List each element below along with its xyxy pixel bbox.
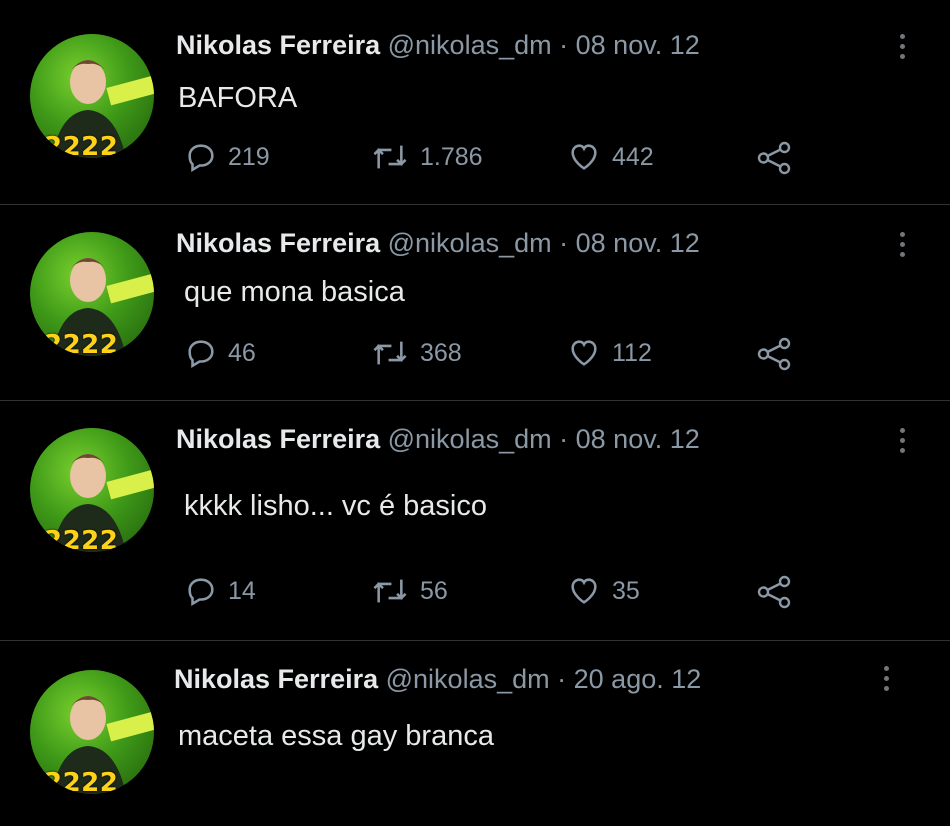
avatar[interactable]: 2222 bbox=[30, 232, 154, 356]
reply-count: 14 bbox=[228, 576, 256, 605]
separator-dot: · bbox=[559, 424, 569, 454]
more-vertical-icon[interactable] bbox=[884, 666, 892, 696]
like-count: 35 bbox=[612, 576, 640, 605]
tweet-date[interactable]: 08 nov. 12 bbox=[576, 30, 700, 60]
tweet-date[interactable]: 08 nov. 12 bbox=[576, 228, 700, 258]
avatar[interactable]: 2222 bbox=[30, 670, 154, 794]
reply-icon bbox=[188, 144, 214, 173]
share-button[interactable] bbox=[756, 140, 792, 176]
like-button[interactable]: 442 bbox=[566, 140, 654, 174]
tweet-header: Nikolas Ferreira @nikolas_dm · 20 ago. 1… bbox=[174, 664, 701, 695]
retweet-button[interactable]: 1.786 bbox=[370, 140, 483, 174]
tweet-text: BAFORA bbox=[178, 82, 298, 114]
share-button[interactable] bbox=[756, 574, 792, 610]
avatar-badge: 2222 bbox=[44, 768, 119, 794]
share-icon bbox=[757, 575, 791, 609]
heart-icon bbox=[571, 340, 597, 366]
reply-icon bbox=[188, 578, 214, 607]
avatar-badge: 2222 bbox=[44, 330, 119, 356]
tweet-header: Nikolas Ferreira @nikolas_dm · 08 nov. 1… bbox=[176, 228, 700, 259]
like-button[interactable]: 112 bbox=[566, 336, 652, 370]
separator-dot: · bbox=[559, 228, 569, 258]
like-count: 112 bbox=[612, 338, 652, 367]
tweet-text: kkkk lisho... vc é basico bbox=[184, 490, 487, 522]
author-name[interactable]: Nikolas Ferreira bbox=[176, 228, 380, 258]
tweet[interactable]: 2222 Nikolas Ferreira @nikolas_dm · 08 n… bbox=[0, 0, 950, 205]
retweet-count: 56 bbox=[420, 576, 448, 605]
author-handle[interactable]: @nikolas_dm bbox=[386, 664, 550, 694]
share-button[interactable] bbox=[756, 336, 792, 372]
tweet-text: que mona basica bbox=[184, 276, 405, 308]
avatar[interactable]: 2222 bbox=[30, 428, 154, 552]
author-handle[interactable]: @nikolas_dm bbox=[388, 424, 552, 454]
like-count: 442 bbox=[612, 142, 654, 171]
more-vertical-icon[interactable] bbox=[900, 428, 908, 458]
retweet-button[interactable]: 368 bbox=[370, 336, 462, 370]
avatar[interactable]: 2222 bbox=[30, 34, 154, 158]
author-name[interactable]: Nikolas Ferreira bbox=[174, 664, 378, 694]
tweet-header: Nikolas Ferreira @nikolas_dm · 08 nov. 1… bbox=[176, 30, 700, 61]
tweet-date[interactable]: 20 ago. 12 bbox=[574, 664, 702, 694]
reply-button[interactable]: 46 bbox=[184, 336, 256, 370]
author-name[interactable]: Nikolas Ferreira bbox=[176, 424, 380, 454]
avatar-badge: 2222 bbox=[44, 526, 119, 552]
reply-icon bbox=[188, 340, 214, 369]
author-name[interactable]: Nikolas Ferreira bbox=[176, 30, 380, 60]
retweet-count: 1.786 bbox=[420, 142, 483, 171]
more-vertical-icon[interactable] bbox=[900, 34, 908, 64]
share-icon bbox=[757, 337, 791, 371]
reply-button[interactable]: 14 bbox=[184, 574, 256, 608]
tweet[interactable]: 2222 Nikolas Ferreira @nikolas_dm · 20 a… bbox=[0, 640, 950, 826]
retweet-count: 368 bbox=[420, 338, 462, 367]
author-handle[interactable]: @nikolas_dm bbox=[388, 30, 552, 60]
reply-button[interactable]: 219 bbox=[184, 140, 270, 174]
more-vertical-icon[interactable] bbox=[900, 232, 908, 262]
avatar-badge: 2222 bbox=[44, 132, 119, 158]
tweet-text: maceta essa gay branca bbox=[178, 720, 494, 752]
retweet-icon bbox=[373, 579, 407, 603]
reply-count: 46 bbox=[228, 338, 256, 367]
tweet[interactable]: 2222 Nikolas Ferreira @nikolas_dm · 08 n… bbox=[0, 400, 950, 641]
share-icon bbox=[757, 141, 791, 175]
tweet-header: Nikolas Ferreira @nikolas_dm · 08 nov. 1… bbox=[176, 424, 700, 455]
separator-dot: · bbox=[557, 664, 567, 694]
author-handle[interactable]: @nikolas_dm bbox=[388, 228, 552, 258]
retweet-icon bbox=[373, 145, 407, 169]
retweet-icon bbox=[373, 341, 407, 365]
heart-icon bbox=[571, 144, 597, 170]
separator-dot: · bbox=[559, 30, 569, 60]
reply-count: 219 bbox=[228, 142, 270, 171]
retweet-button[interactable]: 56 bbox=[370, 574, 448, 608]
heart-icon bbox=[571, 578, 597, 604]
tweet-date[interactable]: 08 nov. 12 bbox=[576, 424, 700, 454]
tweet[interactable]: 2222 Nikolas Ferreira @nikolas_dm · 08 n… bbox=[0, 204, 950, 401]
like-button[interactable]: 35 bbox=[566, 574, 640, 608]
